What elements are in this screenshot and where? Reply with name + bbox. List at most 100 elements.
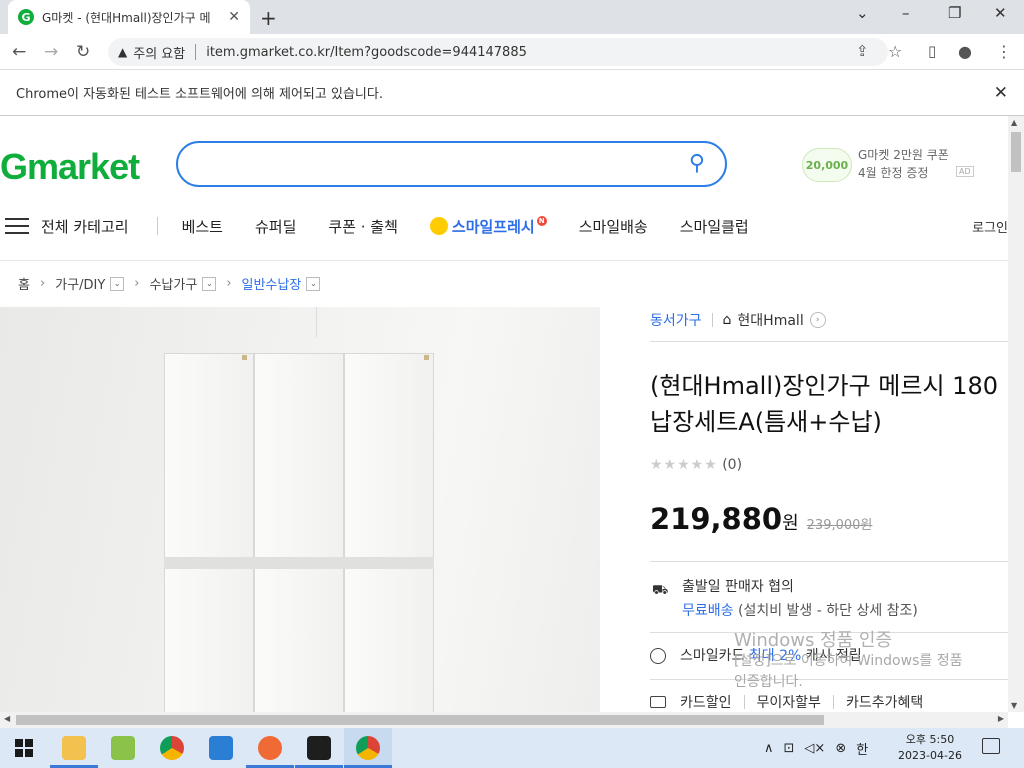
smile-face-icon (429, 217, 448, 235)
nav-coupon[interactable]: 쿠폰 · 출첵 (328, 216, 398, 237)
scroll-right-icon[interactable]: ▶ (998, 714, 1004, 723)
nav-smile-club[interactable]: 스마일클럽 (680, 216, 749, 237)
browser-tab[interactable]: G G마켓 - (현대Hmall)장인가구 메 ✕ (8, 0, 250, 34)
forward-icon[interactable]: → (44, 42, 58, 62)
restore-button[interactable]: ❐ (948, 4, 961, 22)
rating[interactable]: ★★★★★ (0) (650, 457, 742, 473)
coupon-line1: G마켓 2만원 쿠폰 (858, 148, 949, 162)
scroll-left-icon[interactable]: ◀ (4, 714, 10, 723)
nav-best[interactable]: 베스트 (182, 216, 223, 237)
tab-title: G마켓 - (현대Hmall)장인가구 메 (42, 10, 211, 25)
free-shipping: 무료배송 (682, 603, 734, 619)
warning-icon: ▲ (118, 45, 128, 59)
smile-fresh-label: 스마일프레시 (451, 217, 535, 236)
search-icon[interactable]: ⚲ (689, 151, 705, 176)
vscode-button[interactable] (197, 728, 245, 768)
scroll-thumb[interactable] (1011, 132, 1021, 172)
security-label[interactable]: 주의 요함 (133, 43, 185, 62)
card-benefits: 카드할인 무이자할부 카드추가혜택 (650, 692, 923, 712)
clock-time: 오후 5:50 (905, 733, 955, 746)
system-tray: ∧ ⊡ ◁× ⊗ 한 (764, 728, 878, 768)
chevron-down-icon[interactable]: ⌄ (110, 276, 125, 291)
url-text[interactable]: item.gmarket.co.kr/Item?goodscode=944147… (206, 45, 527, 60)
gmarket-logo[interactable]: Gmarket (0, 146, 140, 188)
login-link[interactable]: 로그인 (972, 217, 1008, 236)
breadcrumb-level1[interactable]: 가구/DIY (55, 274, 105, 293)
cabinet-door (344, 353, 434, 712)
address-bar[interactable]: ▲ 주의 요함 item.gmarket.co.kr/Item?goodscod… (108, 38, 888, 66)
scroll-thumb[interactable] (16, 715, 824, 725)
close-window-button[interactable]: ✕ (994, 4, 1007, 22)
chevron-down-icon[interactable]: ⌄ (202, 276, 217, 291)
scroll-up-icon[interactable]: ▲ (1011, 118, 1017, 127)
truck-icon: ⛟ (652, 583, 669, 598)
seller-category-link[interactable]: 동서가구 (650, 310, 702, 330)
windows-activation-watermark: Windows 정품 인증 [설정]으로 이동하여 Windows를 정품 인증… (734, 630, 962, 693)
chrome-button[interactable] (148, 728, 196, 768)
watermark-line1: [설정]으로 이동하여 Windows를 정품 (734, 653, 963, 669)
ship-note: (설치비 발생 - 하단 상세 참조) (737, 603, 918, 619)
review-count[interactable]: (0) (722, 457, 742, 473)
infobar-close-icon[interactable]: ✕ (994, 83, 1008, 103)
chevron-up-icon[interactable]: ∧ (764, 741, 774, 756)
app-button[interactable] (99, 728, 147, 768)
nav-smile-fresh[interactable]: 스마일프레시 N (429, 216, 547, 237)
vertical-scrollbar[interactable]: ▲ ▼ (1008, 116, 1024, 712)
watermark-title: Windows 정품 인증 (734, 630, 893, 651)
side-panel-icon[interactable]: ▯ (928, 42, 936, 60)
new-tab-button[interactable]: + (260, 6, 277, 30)
chevron-right-icon[interactable]: › (809, 312, 826, 328)
reload-icon[interactable]: ↻ (76, 42, 90, 62)
logo-g: G (0, 146, 28, 187)
more-menu-icon[interactable]: ⋮ (996, 42, 1012, 61)
product-title: (현대Hmall)장인가구 메르시 180 납장세트A(틈새+수납) (650, 368, 1008, 440)
original-price: 239,000원 (806, 518, 873, 533)
search-input[interactable]: ⚲ (176, 141, 727, 187)
notification-icon[interactable] (982, 738, 1000, 754)
clock[interactable]: 오후 5:50 2023-04-26 (898, 732, 962, 764)
start-button[interactable] (0, 728, 48, 768)
benefit-divider (743, 695, 745, 709)
share-icon[interactable]: ⇪ (856, 42, 869, 60)
chevron-down-icon[interactable]: ⌄ (306, 276, 321, 291)
benefit-divider (832, 695, 834, 709)
breadcrumb-level3[interactable]: 일반수납장 (242, 274, 302, 293)
benefit-card-discount[interactable]: 카드할인 (680, 692, 732, 712)
terminal-button[interactable] (295, 728, 343, 768)
coupon-banner[interactable]: 20,000 G마켓 2만원 쿠폰 4월 한정 증정 AD (802, 144, 978, 186)
benefit-installment[interactable]: 무이자할부 (757, 692, 821, 712)
chevron-right-icon: › (134, 276, 140, 291)
store-link[interactable]: 현대Hmall (737, 310, 803, 330)
app-c-button[interactable] (246, 728, 294, 768)
tab-search-icon[interactable]: ⌄ (856, 4, 869, 22)
watermark-line2: 인증합니다. (734, 674, 803, 690)
nav-superdeal[interactable]: 슈퍼딜 (255, 216, 296, 237)
cabinet-lock (242, 355, 247, 360)
product-image[interactable] (0, 307, 600, 712)
ime-indicator[interactable]: 한 (856, 739, 868, 758)
network-icon[interactable]: ⊡ (784, 741, 795, 756)
scroll-down-icon[interactable]: ▼ (1011, 701, 1017, 710)
minimize-button[interactable]: – (902, 4, 910, 22)
close-tab-icon[interactable]: ✕ (228, 9, 240, 25)
back-icon[interactable]: ← (12, 42, 26, 62)
benefit-extra[interactable]: 카드추가혜택 (846, 692, 923, 712)
bookmark-star-icon[interactable]: ☆ (888, 42, 902, 61)
ad-label: AD (956, 166, 974, 177)
breadcrumb-level2[interactable]: 수납가구 (149, 274, 197, 293)
page-viewport: Gmarket ⚲ 20,000 G마켓 2만원 쿠폰 4월 한정 증정 AD … (0, 116, 1008, 712)
price-block: 219,880 원 239,000원 (650, 502, 872, 536)
blocked-icon[interactable]: ⊗ (835, 741, 846, 756)
nav-all-categories[interactable]: 전체 카테고리 (41, 216, 129, 237)
seller-info: 동서가구 ⌂ 현대Hmall › (650, 310, 826, 330)
profile-avatar-icon[interactable]: ● (958, 42, 972, 61)
hamburger-icon[interactable] (5, 213, 29, 239)
file-explorer-button[interactable] (50, 728, 98, 768)
nav-smile-delivery[interactable]: 스마일배송 (579, 216, 648, 237)
clock-date: 2023-04-26 (898, 749, 962, 762)
breadcrumb-home[interactable]: 홈 (18, 274, 30, 293)
chrome-active-button[interactable] (344, 728, 392, 768)
volume-muted-icon[interactable]: ◁× (804, 741, 825, 756)
infobar-text: Chrome이 자동화된 테스트 소프트웨어에 의해 제어되고 있습니다. (16, 87, 383, 102)
horizontal-scrollbar[interactable]: ◀ ▶ (0, 712, 1008, 728)
